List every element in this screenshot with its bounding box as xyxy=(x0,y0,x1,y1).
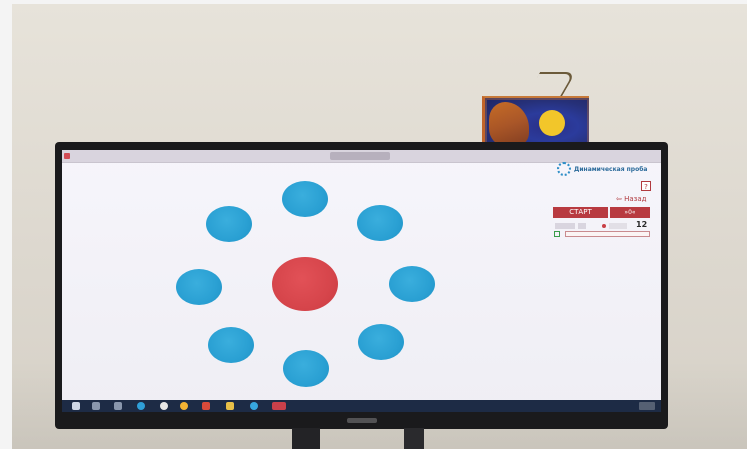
target-circle-bottom-left[interactable] xyxy=(208,327,254,363)
monitor-brand-logo xyxy=(347,418,377,423)
monitor-stand xyxy=(292,428,320,449)
windows-taskbar xyxy=(62,400,661,412)
window-title-blur xyxy=(330,152,390,160)
search-icon[interactable] xyxy=(92,402,100,410)
chrome-icon[interactable] xyxy=(180,402,188,410)
app-red-icon[interactable] xyxy=(202,402,210,410)
monitor: Динамическая проба ? ⇦ Назад СТАРТ »0« 1… xyxy=(55,142,668,429)
mode-button[interactable]: »0« xyxy=(610,207,650,218)
app-active-icon[interactable] xyxy=(272,402,286,410)
dotted-circle-icon xyxy=(557,162,571,176)
settings-control-left[interactable] xyxy=(555,223,575,229)
settings-slider[interactable] xyxy=(609,223,627,229)
target-circle-top-right[interactable] xyxy=(357,205,403,241)
progress-bar xyxy=(565,231,650,237)
file-explorer-icon[interactable] xyxy=(226,402,234,410)
target-circle-top[interactable] xyxy=(282,181,328,217)
telegram-icon[interactable] xyxy=(250,402,258,410)
window-close-icon[interactable] xyxy=(64,153,70,159)
yandex-browser-icon[interactable] xyxy=(160,402,168,410)
counter-value: 12 xyxy=(636,220,648,229)
windows-start-icon[interactable] xyxy=(72,402,80,410)
settings-stepper[interactable] xyxy=(578,223,586,229)
photo-scene: Динамическая проба ? ⇦ Назад СТАРТ »0« 1… xyxy=(0,0,747,449)
app-brand-name: Динамическая проба xyxy=(574,165,648,173)
record-dot-icon xyxy=(602,224,606,228)
painting-tree xyxy=(489,102,529,146)
hourglass-icon xyxy=(554,231,560,237)
target-circle-top-left[interactable] xyxy=(206,206,252,242)
target-circle-right[interactable] xyxy=(389,266,435,302)
painting-moon xyxy=(539,110,565,136)
back-button[interactable]: ⇦ Назад xyxy=(616,195,647,203)
monitor-stand-rear xyxy=(404,428,424,449)
edge-browser-icon[interactable] xyxy=(137,402,145,410)
task-view-icon[interactable] xyxy=(114,402,122,410)
help-button[interactable]: ? xyxy=(641,181,651,191)
image-border-left xyxy=(0,0,12,449)
target-circle-left[interactable] xyxy=(176,269,222,305)
target-circle-bottom[interactable] xyxy=(283,350,329,387)
target-circle-bottom-right[interactable] xyxy=(358,324,404,360)
monitor-screen: Динамическая проба ? ⇦ Назад СТАРТ »0« 1… xyxy=(62,150,661,412)
app-logo: Динамическая проба xyxy=(557,162,649,176)
system-tray-clock[interactable] xyxy=(639,402,655,410)
center-red-circle[interactable] xyxy=(272,257,338,311)
start-button[interactable]: СТАРТ xyxy=(553,207,608,218)
